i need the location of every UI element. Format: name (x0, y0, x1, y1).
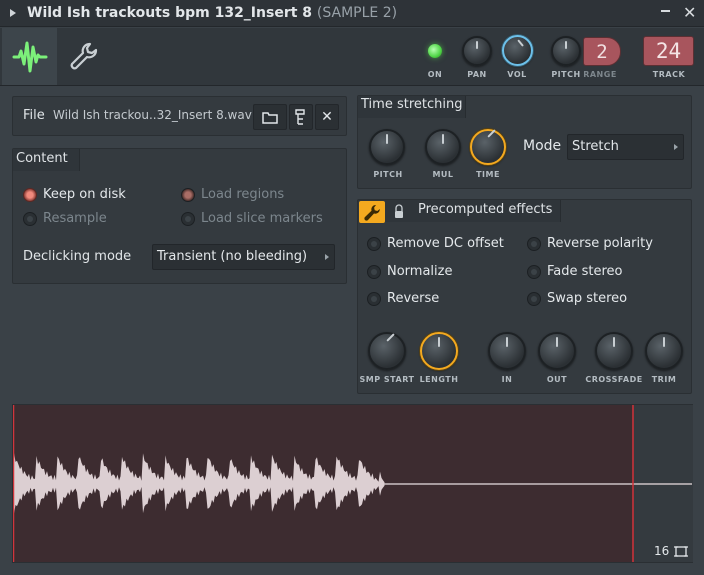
reverse-polarity-label: Reverse polarity (547, 236, 653, 251)
ts-pitch-knob[interactable] (369, 129, 405, 165)
waveform-svg (13, 405, 692, 562)
reverse-polarity-check[interactable] (527, 237, 541, 251)
time-stretching-header: Time stretching (361, 97, 463, 112)
title-subtitle: (SAMPLE 2) (316, 5, 398, 21)
zoom-fit-icon[interactable] (674, 545, 688, 558)
range-label: RANGE (583, 70, 617, 79)
lock-icon[interactable] (394, 203, 404, 219)
fade-stereo-check[interactable] (527, 265, 541, 279)
waveform-icon (12, 41, 48, 73)
track-value: 24 (655, 39, 682, 63)
resample-radio[interactable] (23, 212, 37, 226)
declicking-mode-value: Transient (no bleeding) (157, 249, 308, 264)
wrench-icon (70, 42, 98, 70)
pan-knob[interactable] (462, 36, 492, 66)
smp-start-knob[interactable] (368, 332, 406, 370)
reverse-label: Reverse (387, 291, 440, 306)
load-slice-markers-label: Load slice markers (201, 211, 323, 226)
open-file-button[interactable] (253, 104, 287, 130)
waveform-display[interactable]: 16 (12, 404, 693, 563)
precomputed-effects-panel: Precomputed effects Remove DC offset Nor… (357, 199, 692, 394)
declicking-mode-label: Declicking mode (23, 249, 132, 264)
clear-file-button[interactable]: ✕ (315, 104, 339, 130)
time-stretching-panel: Time stretching PITCH MUL TIME Mode Stre… (357, 95, 692, 189)
folder-icon (262, 112, 278, 124)
length-knob[interactable] (420, 332, 458, 370)
mode-label: Mode (523, 138, 562, 154)
out-knob[interactable] (538, 332, 576, 370)
menu-arrow-icon[interactable] (10, 9, 16, 17)
remove-dc-offset-label: Remove DC offset (387, 236, 504, 251)
declicking-mode-dropdown[interactable]: Transient (no bleeding) (152, 244, 335, 270)
trim-label: TRIM (651, 375, 677, 384)
mode-dropdown[interactable]: Stretch (567, 134, 684, 160)
vol-knob[interactable] (502, 35, 533, 66)
in-knob[interactable] (488, 332, 526, 370)
tab-instrument-settings[interactable] (62, 38, 102, 78)
load-regions-radio[interactable] (181, 188, 195, 202)
mixer-track-display[interactable]: 24 (643, 36, 694, 66)
file-name: Wild Ish trackou..32_Insert 8.wav (53, 108, 252, 122)
content-header: Content (16, 151, 68, 166)
window-title: Wild Ish trackouts bpm 132_Insert 8 (SAM… (27, 5, 397, 21)
fx-toggle-button[interactable] (359, 201, 385, 223)
file-label: File (23, 108, 45, 123)
title-text: Wild Ish trackouts bpm 132_Insert 8 (27, 5, 313, 21)
wrench-icon (364, 204, 380, 221)
precomputed-header: Precomputed effects (418, 202, 553, 217)
resample-label: Resample (43, 211, 107, 226)
length-label: LENGTH (419, 375, 459, 384)
normalize-check[interactable] (367, 265, 381, 279)
keep-on-disk-label: Keep on disk (43, 187, 126, 202)
swap-stereo-label: Swap stereo (547, 291, 628, 306)
swap-stereo-check[interactable] (527, 292, 541, 306)
track-label: TRACK (652, 70, 686, 79)
title-bar: Wild Ish trackouts bpm 132_Insert 8 (SAM… (0, 0, 704, 27)
content-panel: Content Keep on disk Resample Load regio… (12, 148, 347, 284)
on-led[interactable] (428, 44, 442, 58)
trim-knob[interactable] (645, 332, 683, 370)
load-slice-markers-radio[interactable] (181, 212, 195, 226)
ts-mul-knob[interactable] (425, 129, 461, 165)
tab-sample-settings[interactable] (2, 28, 57, 85)
remove-dc-offset-check[interactable] (367, 237, 381, 251)
waveform-shape (14, 453, 385, 514)
zoom-value: 16 (654, 544, 670, 558)
pitch-range-display[interactable]: 2 (583, 37, 621, 66)
normalize-label: Normalize (387, 264, 453, 279)
pitch-knob[interactable] (551, 36, 581, 66)
range-value: 2 (596, 41, 608, 63)
close-window-button[interactable]: ✕ (683, 5, 696, 21)
file-panel: File Wild Ish trackou..32_Insert 8.wav ✕ (12, 96, 347, 136)
dropdown-caret-icon (674, 144, 678, 150)
browser-tree-icon (295, 109, 305, 125)
minimize-button[interactable] (660, 4, 672, 18)
keep-on-disk-radio[interactable] (23, 188, 37, 202)
dropdown-caret-icon (325, 254, 329, 260)
crossfade-knob[interactable] (595, 332, 633, 370)
ts-time-knob[interactable] (470, 129, 506, 165)
file-browser-button[interactable] (289, 104, 313, 130)
lock-shape (395, 204, 403, 218)
fade-stereo-label: Fade stereo (547, 264, 623, 279)
load-regions-label: Load regions (201, 187, 285, 202)
mode-value: Stretch (572, 139, 619, 154)
reverse-check[interactable] (367, 292, 381, 306)
ts-time-label: TIME (476, 170, 500, 179)
